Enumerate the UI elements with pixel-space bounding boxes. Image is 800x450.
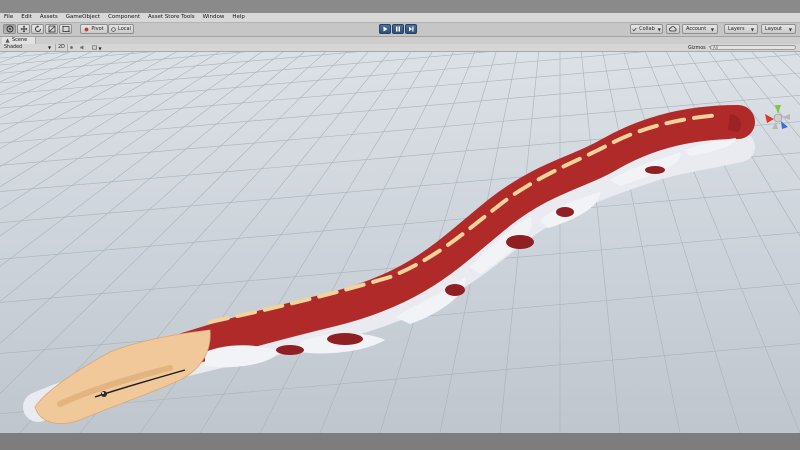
- menu-bar: File Edit Assets GameObject Component As…: [0, 13, 800, 23]
- step-button[interactable]: [405, 24, 417, 34]
- lighting-toggle[interactable]: [69, 44, 74, 51]
- scene-canvas[interactable]: [0, 52, 800, 433]
- layout-label: Layout: [765, 26, 782, 32]
- chevron-down-icon: ▼: [48, 45, 52, 50]
- scale-icon: [48, 25, 55, 33]
- rect-tool-button[interactable]: [59, 24, 72, 34]
- pivot-label: Pivot: [91, 26, 104, 32]
- menu-assets[interactable]: Assets: [36, 13, 62, 22]
- checkmark-icon: [632, 27, 637, 31]
- chevron-down-icon: ▼: [788, 26, 792, 32]
- gizmo-center[interactable]: [773, 113, 783, 123]
- audio-toggle[interactable]: [80, 44, 85, 51]
- menu-asset-store-tools[interactable]: Asset Store Tools: [144, 13, 199, 22]
- layout-dropdown[interactable]: Layout ▼: [761, 24, 796, 34]
- rotate-tool-button[interactable]: [31, 24, 44, 34]
- local-space-icon: [111, 26, 116, 32]
- chevron-down-icon: ▼: [657, 26, 661, 32]
- collab-label: Collab: [639, 26, 655, 32]
- scene-options-bar: Shaded ▼ 2D ▼ Gizmos ▼ All: [0, 44, 800, 52]
- pause-icon: [396, 26, 400, 32]
- collab-dropdown[interactable]: Collab ▼: [630, 24, 663, 34]
- move-arrows-icon: [20, 25, 27, 33]
- chevron-down-icon: ▼: [710, 26, 714, 32]
- menu-window[interactable]: Window: [199, 13, 229, 22]
- hand-tool-button[interactable]: [3, 24, 16, 34]
- menu-component[interactable]: Component: [104, 13, 144, 22]
- rotate-icon: [34, 25, 41, 32]
- local-toggle-button[interactable]: Local: [108, 24, 134, 34]
- scene-tab-label: Scene: [12, 37, 28, 43]
- shading-mode-label: Shaded: [4, 45, 23, 50]
- main-toolbar: Pivot Local Collab ▼ Account ▼ Layers ▼ …: [0, 23, 800, 37]
- move-tool-button[interactable]: [17, 24, 30, 34]
- step-icon: [409, 26, 414, 32]
- snake-eye-highlight: [102, 392, 104, 394]
- hand-icon: [6, 25, 13, 33]
- layers-label: Layers: [728, 26, 745, 32]
- speaker-icon: [80, 45, 84, 50]
- gizmos-label: Gizmos: [688, 46, 706, 51]
- account-label: Account: [686, 26, 707, 32]
- 2d-toggle[interactable]: 2D: [55, 44, 68, 51]
- play-button[interactable]: [379, 24, 391, 34]
- unity-editor-window: File Edit Assets GameObject Component As…: [0, 0, 800, 450]
- image-effects-icon: [92, 45, 97, 50]
- shading-mode-dropdown[interactable]: Shaded ▼: [4, 44, 51, 51]
- cloud-services-button[interactable]: [666, 24, 680, 34]
- menu-help[interactable]: Help: [228, 13, 249, 22]
- cloud-icon: [669, 26, 677, 32]
- hierarchy-search-field[interactable]: All: [710, 45, 796, 50]
- snake-eye: [101, 391, 107, 397]
- layers-dropdown[interactable]: Layers ▼: [724, 24, 758, 34]
- pivot-icon: [84, 27, 89, 31]
- play-icon: [383, 26, 388, 32]
- effects-dropdown[interactable]: ▼: [92, 44, 102, 51]
- scene-viewport[interactable]: [0, 52, 800, 433]
- search-placeholder: All: [713, 45, 718, 50]
- chevron-down-icon: ▼: [98, 46, 102, 51]
- tab-scene[interactable]: Scene: [2, 37, 37, 44]
- 2d-label: 2D: [58, 45, 65, 50]
- account-dropdown[interactable]: Account ▼: [682, 24, 718, 34]
- gizmos-dropdown[interactable]: Gizmos ▼: [688, 44, 712, 51]
- window-title-bar: [0, 0, 800, 13]
- menu-gameobject[interactable]: GameObject: [62, 13, 104, 22]
- chevron-down-icon: ▼: [750, 26, 754, 32]
- scene-icon: [5, 38, 10, 43]
- rect-transform-icon: [61, 25, 70, 33]
- pause-button[interactable]: [392, 24, 404, 34]
- pivot-toggle-button[interactable]: Pivot: [80, 24, 108, 34]
- menu-file[interactable]: File: [0, 13, 17, 22]
- menu-edit[interactable]: Edit: [17, 13, 36, 22]
- sun-icon: [70, 46, 73, 49]
- window-bottom-frame: [0, 433, 800, 450]
- local-label: Local: [118, 26, 131, 32]
- scale-tool-button[interactable]: [45, 24, 58, 34]
